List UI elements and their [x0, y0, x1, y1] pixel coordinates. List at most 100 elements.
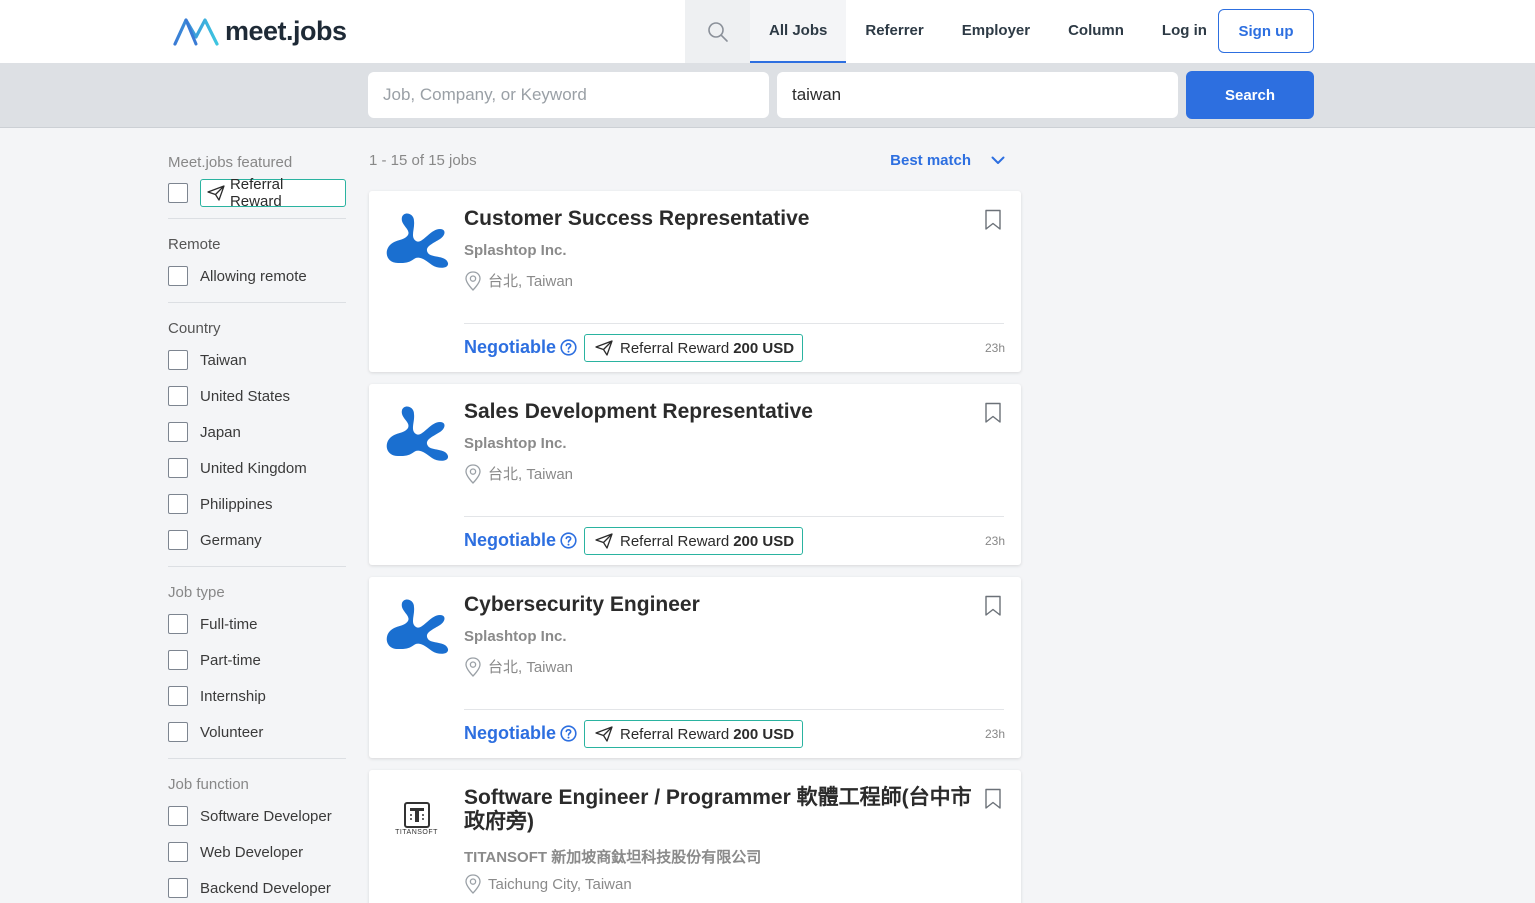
filter-function-backend[interactable]: Backend Developer [168, 870, 346, 903]
filter-jobtype-internship[interactable]: Internship [168, 678, 346, 714]
reward-label: Referral Reward [620, 339, 730, 357]
filter-label: Taiwan [200, 351, 247, 369]
salary: Negotiable [464, 530, 577, 551]
filter-function-web[interactable]: Web Developer [168, 834, 346, 870]
search-icon [707, 21, 728, 42]
top-header: meet.jobs All Jobs Referrer Employer Col… [0, 0, 1535, 63]
filter-label: Germany [200, 531, 262, 549]
filter-label: Full-time [200, 615, 258, 633]
filter-country-germany[interactable]: Germany [168, 522, 346, 558]
checkbox[interactable] [168, 458, 188, 478]
filter-jobtype-volunteer[interactable]: Volunteer [168, 714, 346, 750]
bookmark-button[interactable] [984, 209, 1002, 236]
nav-search-button[interactable] [685, 0, 750, 63]
checkbox[interactable] [168, 650, 188, 670]
results-count: 1 - 15 of 15 jobs [369, 152, 477, 169]
checkbox[interactable] [168, 614, 188, 634]
filter-label: Software Developer [200, 807, 332, 825]
salary-text: Negotiable [464, 337, 557, 357]
checkbox[interactable] [168, 386, 188, 406]
search-bar: Search [0, 63, 1535, 128]
chevron-down-icon [991, 156, 1005, 164]
divider [168, 302, 346, 303]
checkbox[interactable] [168, 722, 188, 742]
meetjobs-logo-icon [173, 18, 219, 46]
checkbox[interactable] [168, 878, 188, 898]
filter-label: Internship [200, 687, 266, 705]
location-text: 台北, Taiwan [488, 273, 574, 290]
location-text: 台北, Taiwan [488, 659, 574, 676]
nav-employer[interactable]: Employer [943, 0, 1049, 63]
bookmark-button[interactable] [984, 788, 1002, 815]
company-name[interactable]: Splashtop Inc. [464, 242, 567, 259]
reward-amount: 200 USD [733, 725, 795, 743]
titansoft-logo-text: TITANSOFT [395, 829, 438, 836]
reward-label: Referral Reward [620, 532, 730, 550]
bookmark-button[interactable] [984, 402, 1002, 429]
checkbox[interactable] [168, 842, 188, 862]
location-text: Taichung City, Taiwan [488, 875, 632, 893]
job-card[interactable]: Customer Success Representative Splashto… [369, 191, 1021, 372]
country-title: Country [168, 320, 221, 337]
divider [464, 709, 1004, 710]
job-card[interactable]: TITANSOFT Software Engineer / Programmer… [369, 770, 1021, 903]
job-title[interactable]: Customer Success Representative [464, 207, 984, 231]
filter-allowing-remote[interactable]: Allowing remote [168, 258, 346, 294]
help-circle-icon[interactable] [560, 725, 577, 742]
checkbox[interactable] [168, 806, 188, 826]
checkbox[interactable] [168, 422, 188, 442]
nav-all-jobs[interactable]: All Jobs [750, 0, 847, 63]
splashtop-logo-icon [384, 593, 449, 658]
filter-country-philippines[interactable]: Philippines [168, 486, 346, 522]
site-logo[interactable]: meet.jobs [172, 15, 347, 47]
referral-reward-badge: Referral Reward 200 USD [584, 527, 804, 555]
filter-jobtype-parttime[interactable]: Part-time [168, 642, 346, 678]
salary: Negotiable [464, 723, 577, 744]
filter-country-us[interactable]: United States [168, 378, 346, 414]
checkbox[interactable] [168, 686, 188, 706]
bookmark-icon [985, 402, 1001, 423]
help-circle-icon[interactable] [560, 532, 577, 549]
checkbox[interactable] [168, 350, 188, 370]
sort-dropdown[interactable]: Best match [890, 152, 1005, 169]
job-title[interactable]: Cybersecurity Engineer [464, 593, 984, 617]
filter-country-japan[interactable]: Japan [168, 414, 346, 450]
paper-plane-icon [207, 185, 225, 201]
signup-button[interactable]: Sign up [1218, 9, 1314, 53]
nav-login[interactable]: Log in [1143, 0, 1226, 63]
nav-column[interactable]: Column [1049, 0, 1143, 63]
company-name[interactable]: TITANSOFT 新加坡商鈦坦科技股份有限公司 [464, 846, 761, 867]
search-button[interactable]: Search [1186, 71, 1314, 119]
remote-title: Remote [168, 236, 221, 253]
bookmark-icon [985, 209, 1001, 230]
job-title[interactable]: Sales Development Representative [464, 400, 984, 424]
filter-country-uk[interactable]: United Kingdom [168, 450, 346, 486]
featured-filter[interactable]: Referral Reward [168, 176, 346, 210]
checkbox[interactable] [168, 183, 188, 203]
filter-label: Volunteer [200, 723, 264, 741]
filter-label: Japan [200, 423, 241, 441]
company-name[interactable]: Splashtop Inc. [464, 628, 567, 645]
help-circle-icon[interactable] [560, 339, 577, 356]
filter-country-taiwan[interactable]: Taiwan [168, 342, 346, 378]
keyword-input[interactable] [368, 72, 769, 118]
divider [168, 566, 346, 567]
paper-plane-icon [595, 340, 613, 356]
bookmark-button[interactable] [984, 595, 1002, 622]
company-name[interactable]: Splashtop Inc. [464, 435, 567, 452]
job-card[interactable]: Sales Development Representative Splasht… [369, 384, 1021, 565]
featured-title: Meet.jobs featured [168, 154, 293, 171]
checkbox[interactable] [168, 494, 188, 514]
job-title[interactable]: Software Engineer / Programmer 軟體工程師(台中市… [464, 786, 979, 834]
job-card[interactable]: Cybersecurity Engineer Splashtop Inc. 台北… [369, 577, 1021, 758]
filter-jobtype-fulltime[interactable]: Full-time [168, 606, 346, 642]
checkbox[interactable] [168, 530, 188, 550]
filter-function-software[interactable]: Software Developer [168, 798, 346, 834]
referral-reward-badge: Referral Reward 200 USD [584, 720, 804, 748]
referral-reward-badge: Referral Reward 200 USD [584, 334, 804, 362]
checkbox[interactable] [168, 266, 188, 286]
nav-referrer[interactable]: Referrer [846, 0, 942, 63]
location-input[interactable] [777, 72, 1178, 118]
filter-label: Web Developer [200, 843, 304, 861]
referral-reward-label: Referral Reward [229, 176, 284, 210]
